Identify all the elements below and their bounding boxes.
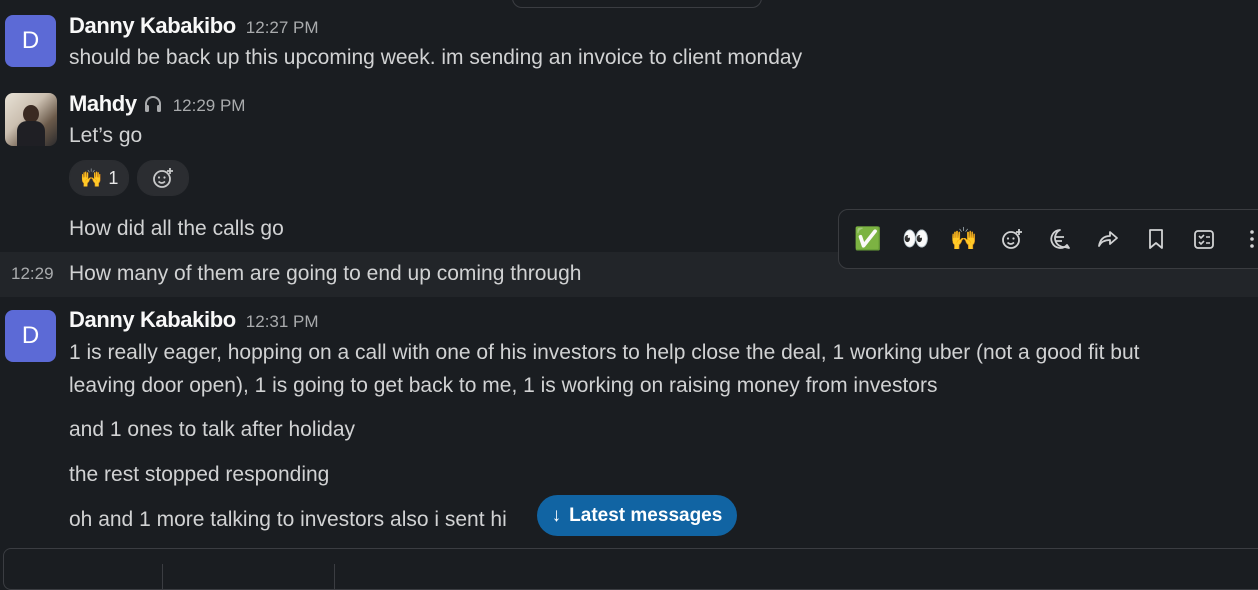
- reply-thread-icon: [1050, 229, 1070, 249]
- reply-thread-button[interactable]: [1043, 222, 1077, 256]
- author-name[interactable]: Danny Kabakibo: [69, 13, 236, 39]
- timestamp[interactable]: 12:31 PM: [246, 312, 319, 332]
- message-text: should be back up this upcoming week. im…: [69, 46, 803, 69]
- arrow-down-icon: ↓: [551, 504, 562, 526]
- latest-messages-label: Latest messages: [569, 504, 723, 526]
- avatar[interactable]: D: [5, 15, 56, 67]
- hover-timestamp[interactable]: 12:29: [11, 264, 54, 284]
- author-name[interactable]: Danny Kabakibo: [69, 307, 236, 333]
- react-eyes-button[interactable]: 👀: [899, 222, 933, 256]
- message-text: oh and 1 more talking to investors also …: [69, 508, 507, 531]
- message-text: 1 is really eager, hopping on a call wit…: [69, 341, 1140, 397]
- message-text: How many of them are going to end up com…: [69, 262, 582, 285]
- check-emoji: ✅: [854, 226, 882, 251]
- message-pill-fragment: [512, 0, 762, 8]
- add-reaction-button[interactable]: [995, 222, 1029, 256]
- more-icon: [1250, 230, 1254, 248]
- react-raised-hands-button[interactable]: 🙌: [947, 222, 981, 256]
- timestamp[interactable]: 12:29 PM: [173, 96, 246, 116]
- forward-button[interactable]: [1091, 222, 1125, 256]
- message-header: Danny Kabakibo 12:31 PM: [69, 307, 319, 333]
- message-text: How did all the calls go: [69, 217, 284, 240]
- save-for-later-button[interactable]: [1139, 222, 1173, 256]
- reactions-bar: 🙌 1: [69, 160, 190, 196]
- avatar-photo[interactable]: [5, 93, 57, 146]
- reaction-count: 1: [108, 167, 119, 188]
- react-check-button[interactable]: ✅: [851, 222, 885, 256]
- bookmark-icon: [1149, 229, 1163, 249]
- message-composer[interactable]: [3, 548, 1258, 590]
- add-reaction-icon: [1002, 229, 1022, 249]
- raised-hands-emoji: 🙌: [80, 167, 103, 188]
- message-header: Danny Kabakibo 12:27 PM: [69, 13, 319, 39]
- latest-messages-button[interactable]: ↓ Latest messages: [537, 495, 737, 536]
- message-text: and 1 ones to talk after holiday: [69, 418, 356, 441]
- forward-icon: [1098, 231, 1118, 247]
- avatar-letter: D: [21, 27, 40, 54]
- add-reaction-icon: [153, 168, 174, 188]
- add-task-button[interactable]: [1187, 222, 1221, 256]
- reaction-raised-hands[interactable]: 🙌 1: [69, 160, 130, 196]
- message-actions-toolbar: ✅ 👀 🙌: [838, 209, 1258, 269]
- author-name[interactable]: Mahdy: [69, 91, 137, 117]
- message-text: the rest stopped responding: [69, 463, 330, 486]
- add-reaction-button[interactable]: [137, 160, 190, 196]
- message-header: Mahdy 12:29 PM: [69, 91, 245, 117]
- avatar-letter: D: [21, 322, 40, 349]
- timestamp[interactable]: 12:27 PM: [246, 18, 319, 38]
- eyes-emoji: 👀: [902, 226, 930, 251]
- headset-icon: [143, 95, 163, 113]
- more-actions-button[interactable]: [1235, 222, 1258, 256]
- raised-hands-emoji: 🙌: [950, 226, 978, 251]
- add-task-icon: [1194, 230, 1214, 249]
- avatar[interactable]: D: [5, 310, 56, 362]
- message-text: Let’s go: [69, 124, 143, 147]
